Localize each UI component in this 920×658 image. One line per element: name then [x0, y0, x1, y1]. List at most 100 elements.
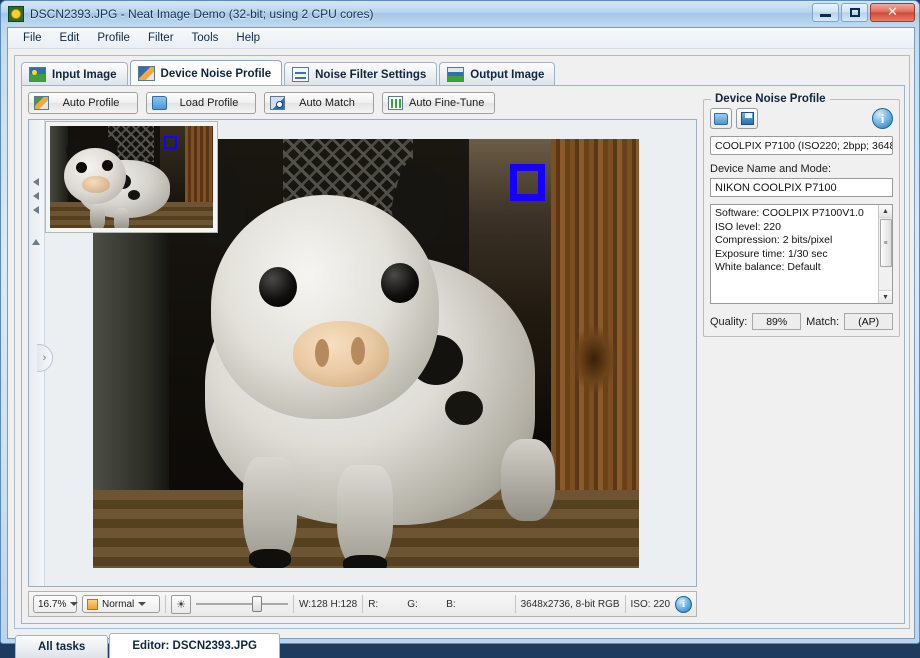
auto-profile-label: Auto Profile	[62, 97, 120, 109]
window-controls: ✕	[812, 3, 915, 22]
auto-fine-tune-icon	[388, 96, 403, 110]
image-region	[381, 263, 419, 303]
scroll-marker-icon	[32, 239, 40, 245]
profile-select[interactable]: COOLPIX P7100 (ISO220; 2bpp; 3648x273	[710, 136, 893, 155]
image-viewport[interactable]: ›	[28, 119, 697, 587]
brightness-button[interactable]: ☀	[171, 594, 191, 614]
save-profile-button[interactable]	[736, 108, 758, 129]
menu-bar: File Edit Profile Filter Tools Help	[8, 28, 914, 49]
image-region	[90, 204, 105, 228]
tab-input-image[interactable]: Input Image	[21, 62, 128, 86]
neat-image-icon	[8, 5, 24, 22]
zoom-level-combo[interactable]: 16.7%	[33, 595, 79, 613]
tab-content-panel: Auto Profile Load Profile Auto Match Aut…	[21, 85, 905, 624]
brightness-slider[interactable]	[196, 595, 288, 613]
channel-b-readout: B:	[446, 598, 456, 610]
profile-select-value: COOLPIX P7100 (ISO220; 2bpp; 3648x273	[715, 139, 892, 152]
auto-profile-button[interactable]: Auto Profile	[28, 92, 138, 114]
menu-file[interactable]: File	[14, 29, 51, 47]
device-name-label: Device Name and Mode:	[710, 163, 832, 175]
divider	[624, 595, 626, 613]
blue-noise-sample-box[interactable]	[510, 164, 545, 201]
scroll-up-icon[interactable]: ▲	[879, 205, 892, 218]
tab-output-image-label: Output Image	[470, 68, 545, 81]
auto-profile-icon	[34, 96, 49, 110]
view-mode-swatch-icon	[87, 598, 98, 610]
profile-details-textarea[interactable]: Software: COOLPIX P7100V1.0 ISO level: 2…	[710, 204, 893, 304]
image-region	[128, 190, 140, 200]
device-name-value: NIKON COOLPIX P7100	[715, 181, 837, 194]
match-label: Match:	[806, 315, 840, 328]
title-bar[interactable]: DSCN2393.JPG - Neat Image Demo (32-bit; …	[1, 1, 919, 26]
navigator-thumbnail[interactable]	[45, 121, 218, 233]
image-region	[343, 555, 387, 568]
open-profile-button[interactable]	[710, 108, 732, 129]
tab-noise-filter-settings[interactable]: Noise Filter Settings	[284, 62, 438, 86]
device-noise-profile-group: Device Noise Profile i COOLPIX P7100 (IS…	[703, 93, 900, 337]
maximize-button[interactable]	[841, 3, 868, 22]
image-region	[501, 439, 555, 521]
quality-label: Quality:	[710, 315, 748, 328]
tab-device-noise-profile-label: Device Noise Profile	[160, 67, 272, 80]
client-area: File Edit Profile Filter Tools Help Inpu…	[7, 27, 915, 658]
profile-detail-line: Exposure time: 1/30 sec	[715, 247, 828, 260]
view-mode-combo[interactable]: Normal	[82, 595, 160, 613]
divider	[293, 595, 294, 613]
scroll-marker-icon	[33, 206, 39, 214]
details-scrollbar[interactable]: ▲ ≡ ▼	[878, 205, 892, 303]
scroll-down-icon[interactable]: ▼	[879, 290, 892, 303]
application-window: DSCN2393.JPG - Neat Image Demo (32-bit; …	[0, 0, 920, 658]
load-profile-button[interactable]: Load Profile	[146, 92, 256, 114]
image-info-readout: 3648x2736, 8-bit RGB	[520, 598, 620, 610]
tab-output-image[interactable]: Output Image	[439, 62, 556, 86]
slider-thumb[interactable]	[252, 596, 262, 612]
device-noise-profile-group-title: Device Noise Profile	[711, 93, 830, 105]
menu-filter[interactable]: Filter	[139, 29, 183, 47]
auto-match-icon	[270, 96, 285, 110]
scrollbar-thumb[interactable]: ≡	[879, 219, 892, 267]
auto-fine-tune-label: Auto Fine-Tune	[409, 97, 485, 109]
image-region	[114, 208, 129, 228]
navigator-image	[50, 126, 213, 228]
tab-input-image-label: Input Image	[52, 68, 117, 81]
sliders-icon	[292, 67, 310, 82]
menu-edit[interactable]: Edit	[51, 29, 89, 47]
maximize-icon	[849, 8, 860, 17]
auto-match-label: Auto Match	[299, 97, 355, 109]
scroll-marker-icon	[33, 178, 39, 186]
task-tab-editor[interactable]: Editor: DSCN2393.JPG	[109, 633, 280, 658]
iso-readout: ISO: 220	[630, 598, 670, 610]
image-region	[102, 160, 113, 171]
task-tab-all-tasks[interactable]: All tasks	[15, 635, 109, 658]
device-name-field[interactable]: NIKON COOLPIX P7100	[710, 178, 893, 197]
channel-g-readout: G:	[407, 598, 418, 610]
match-value: (AP)	[844, 313, 893, 330]
image-info-button[interactable]: i	[675, 595, 692, 613]
menu-profile[interactable]: Profile	[88, 29, 139, 47]
tab-device-noise-profile[interactable]: Device Noise Profile	[129, 60, 283, 86]
task-tab-strip: All tasks Editor: DSCN2393.JPG	[15, 632, 281, 658]
menu-help[interactable]: Help	[227, 29, 269, 47]
auto-fine-tune-button[interactable]: Auto Fine-Tune	[382, 92, 496, 114]
profile-detail-line: White balance: Default	[715, 261, 821, 273]
auto-match-button[interactable]: Auto Match	[264, 92, 374, 114]
viewport-status-bar: 16.7% Normal ☀ W:128 H:128 R: G: B: 3648…	[28, 591, 697, 617]
image-region	[315, 339, 329, 367]
profile-info-button[interactable]: i	[872, 108, 893, 129]
slider-track	[196, 603, 288, 605]
image-region	[293, 321, 389, 387]
blue-selection-box[interactable]	[164, 136, 177, 149]
quality-match-row: Quality: 89% Match: (AP)	[710, 313, 893, 330]
close-button[interactable]: ✕	[870, 3, 915, 22]
profile-detail-line: Software: COOLPIX P7100V1.0	[715, 207, 864, 219]
cursor-size-readout: W:128 H:128	[299, 598, 358, 610]
minimize-button[interactable]	[812, 3, 839, 22]
minimize-icon	[820, 14, 831, 17]
panel-collapse-handle[interactable]: ›	[37, 344, 53, 372]
photo-icon	[29, 67, 46, 82]
menu-tools[interactable]: Tools	[183, 29, 228, 47]
folder-open-icon	[152, 96, 167, 110]
profile-icon	[137, 66, 155, 81]
load-profile-label: Load Profile	[179, 97, 239, 109]
tab-strip: Input Image Device Noise Profile Noise F…	[21, 60, 557, 86]
